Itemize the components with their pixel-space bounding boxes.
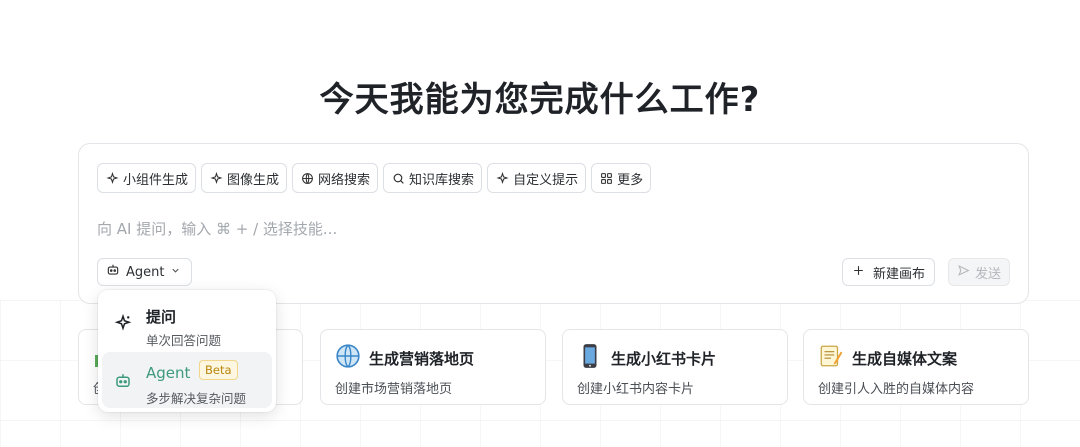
mode-option-agent[interactable]: Agent Beta 多步解决复杂问题 (102, 352, 272, 408)
card-desc: 创建小红书内容卡片 (577, 382, 695, 397)
chip-label: 更多 (617, 172, 644, 188)
mode-label: Agent (126, 264, 165, 280)
mode-option-title: 提问 (146, 308, 177, 326)
sparkle-icon (209, 171, 223, 185)
search-icon (391, 171, 405, 185)
sparkle-icon (114, 313, 132, 332)
grid-icon (599, 171, 613, 185)
globe-icon (335, 343, 361, 369)
chip-image-generate[interactable]: 图像生成 (201, 163, 288, 193)
robot-icon (114, 372, 132, 390)
mode-option-title: Agent (146, 364, 191, 382)
phone-icon (577, 343, 603, 369)
card-title: 生成营销落地页 (369, 350, 475, 368)
chip-label: 网络搜索 (318, 172, 371, 188)
page-title: 今天我能为您完成什么工作? (319, 80, 761, 120)
chevron-down-icon (170, 265, 181, 280)
chip-label: 知识库搜索 (409, 172, 475, 188)
prompt-input[interactable] (97, 216, 997, 242)
globe-icon (300, 171, 314, 185)
template-card-media-copy[interactable]: 生成自媒体文案 创建引人入胜的自媒体内容 (803, 329, 1029, 405)
chip-custom-prompt[interactable]: 自定义提示 (487, 163, 587, 193)
chip-widget-generate[interactable]: 小组件生成 (97, 163, 197, 193)
card-desc: 创建市场营销落地页 (335, 382, 453, 397)
sparkle-icon (495, 171, 509, 185)
card-desc: 创建引人入胜的自媒体内容 (818, 382, 975, 397)
chip-web-search[interactable]: 网络搜索 (292, 163, 379, 193)
send-label: 发送 (975, 266, 1002, 282)
skill-chips: 小组件生成 图像生成 网络搜索 知识库搜索 自定义提示 更多 (97, 163, 652, 193)
card-title: 生成小红书卡片 (611, 350, 717, 368)
new-canvas-label: 新建画布 (873, 266, 926, 282)
sparkle-icon (105, 171, 119, 185)
send-icon (957, 264, 970, 281)
plus-icon (852, 264, 865, 281)
new-canvas-button[interactable]: 新建画布 (842, 258, 936, 286)
template-card-landing-page[interactable]: 生成营销落地页 创建市场营销落地页 (320, 329, 546, 405)
mode-option-desc: 多步解决复杂问题 (146, 391, 247, 406)
beta-badge: Beta (199, 360, 238, 380)
mode-dropdown-menu: 提问 单次回答问题 Agent Beta 多步解决复杂问题 (98, 290, 276, 412)
composer: 小组件生成 图像生成 网络搜索 知识库搜索 自定义提示 更多 向 AI 提问，输… (78, 143, 1029, 304)
chip-label: 小组件生成 (123, 172, 189, 188)
mode-selector-button[interactable]: Agent (97, 258, 193, 286)
chip-label: 自定义提示 (513, 172, 579, 188)
robot-icon (106, 263, 120, 281)
mode-option-desc: 单次回答问题 (146, 333, 222, 348)
template-card-xiaohongshu[interactable]: 生成小红书卡片 创建小红书内容卡片 (562, 329, 788, 405)
send-button[interactable]: 发送 (948, 258, 1011, 286)
mode-option-ask[interactable]: 提问 单次回答问题 (102, 294, 272, 350)
card-title: 生成自媒体文案 (852, 350, 958, 368)
chip-knowledge-search[interactable]: 知识库搜索 (383, 163, 483, 193)
memo-icon (818, 343, 844, 369)
chip-more[interactable]: 更多 (591, 163, 652, 193)
chip-label: 图像生成 (227, 172, 280, 188)
